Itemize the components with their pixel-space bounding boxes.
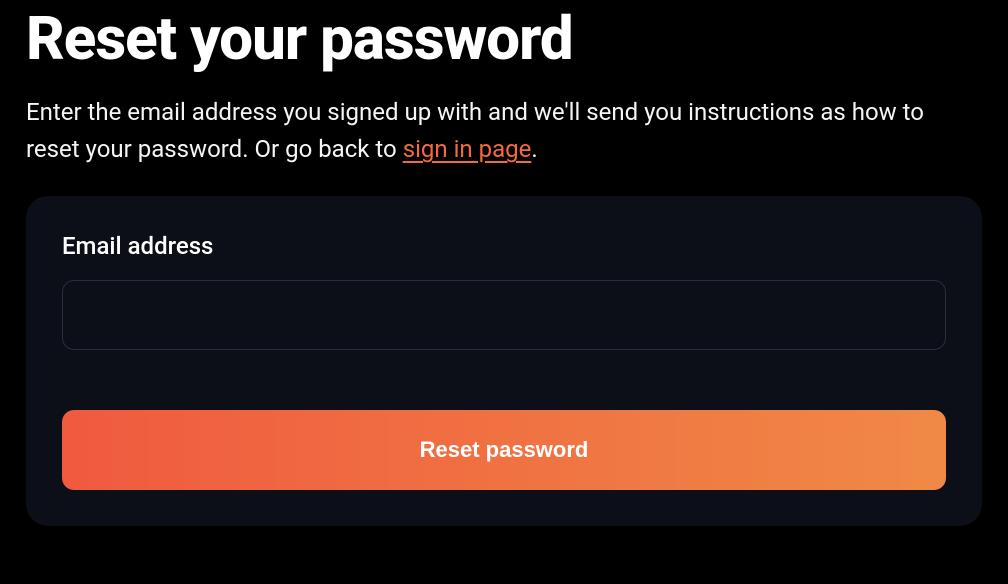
page-description: Enter the email address you signed up wi… (26, 94, 982, 168)
email-label: Email address (62, 232, 946, 260)
page-title: Reset your password (26, 6, 982, 72)
email-field[interactable] (62, 280, 946, 350)
reset-card: Email address Reset password (26, 196, 982, 526)
reset-password-button[interactable]: Reset password (62, 410, 946, 490)
signin-link[interactable]: sign in page (403, 135, 532, 163)
description-text-after: . (531, 135, 537, 163)
